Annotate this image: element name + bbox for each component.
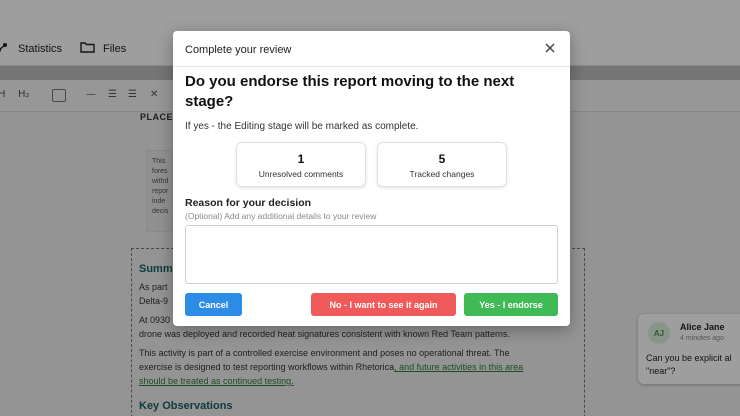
stat-label: Tracked changes xyxy=(409,169,475,179)
close-icon[interactable] xyxy=(542,40,558,56)
reject-button[interactable]: No - I want to see it again xyxy=(311,293,456,316)
cancel-button[interactable]: Cancel xyxy=(185,293,242,316)
complete-review-dialog: Complete your review Do you endorse this… xyxy=(173,31,570,326)
dialog-header: Complete your review xyxy=(173,31,570,67)
unresolved-comments-card: 1 Unresolved comments xyxy=(236,142,366,187)
dialog-subtitle: If yes - the Editing stage will be marke… xyxy=(185,121,419,132)
stat-label: Unresolved comments xyxy=(258,169,344,179)
dialog-question: Do you endorse this report moving to the… xyxy=(185,73,515,110)
reason-hint: (Optional) Add any additional details to… xyxy=(185,211,377,221)
stat-value: 1 xyxy=(297,152,305,166)
endorse-button[interactable]: Yes - I endorse xyxy=(464,293,558,316)
reason-label: Reason for your decision xyxy=(185,197,312,209)
tracked-changes-card: 5 Tracked changes xyxy=(377,142,507,187)
stat-value: 5 xyxy=(438,152,446,166)
reason-textarea[interactable] xyxy=(185,225,558,284)
dialog-title: Complete your review xyxy=(185,44,292,56)
